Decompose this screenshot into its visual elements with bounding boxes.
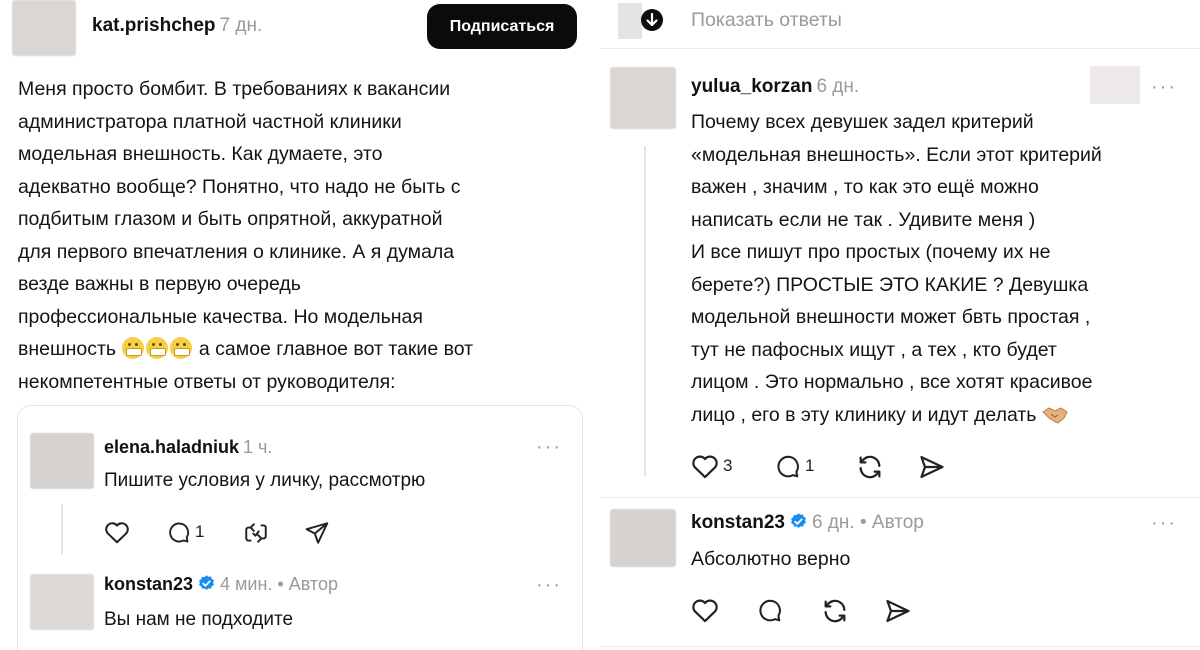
username[interactable]: konstan23 (691, 512, 785, 533)
grimacing-emoji-icon (169, 337, 192, 359)
post-text: Меня просто бомбит. В требованиях к вака… (18, 73, 588, 398)
timestamp: 4 мин. • Автор (220, 574, 338, 594)
post-text-line: профессиональные качества. Но модельная (18, 305, 423, 328)
grimacing-emoji-icon (145, 337, 168, 359)
comment-text-line: И все пишут про простых (почему их не (691, 241, 1051, 263)
timestamp: 7 дн. (219, 15, 263, 36)
username[interactable]: kat.prishchep (92, 15, 216, 36)
heart-icon (105, 522, 129, 544)
repost-button[interactable] (243, 520, 269, 546)
avatar[interactable] (12, 0, 76, 56)
comment-header: elena.haladniuk 1 ч. (104, 437, 272, 458)
blurred-element (1090, 66, 1140, 104)
more-dots-icon[interactable]: ··· (536, 575, 562, 595)
reply-button[interactable]: 1 (166, 520, 204, 544)
like-button[interactable] (104, 520, 130, 544)
divider (600, 497, 1200, 498)
username[interactable]: elena.haladniuk (104, 437, 239, 457)
send-icon (305, 522, 329, 544)
like-button[interactable] (691, 597, 719, 623)
left-screenshot: kat.prishchep 7 дн. Подписаться Меня прос… (0, 0, 600, 650)
post-text-fragment: а самое главное вот такие вот (198, 338, 474, 360)
post-text-line: администратора платной частной клиники (18, 110, 402, 133)
reply-button[interactable] (756, 597, 783, 623)
comment-text-line: тут не пафосных ищут , а тех , кто будет (691, 338, 1057, 361)
comment-text: Почему всех девушек задел критерий «моде… (691, 106, 1196, 431)
share-button[interactable] (304, 520, 330, 546)
avatar[interactable] (30, 574, 94, 630)
divider (600, 48, 1200, 49)
heart-icon (692, 599, 718, 623)
post-text-line: адекватно вообще? Понятно, что надо не б… (18, 175, 461, 198)
comment-header: konstan23 6 дн. • Автор (691, 512, 924, 534)
post-text-line: модельная внешность. Как думаете, это (18, 143, 383, 165)
avatar[interactable] (610, 67, 676, 129)
verified-badge-icon (199, 575, 214, 590)
comment-text-line: Почему всех девушек задел критерий (691, 111, 1034, 133)
thread-line (61, 504, 63, 554)
right-screenshot: Показать ответы yulua_korzan 6 дн. ··· По… (600, 0, 1200, 650)
comment-text-line: модельной внешности может бвть простая , (691, 306, 1091, 328)
quoted-thread-card[interactable]: elena.haladniuk 1 ч. ··· Пишите условия у… (17, 405, 583, 650)
repost-icon (859, 455, 881, 479)
send-icon (920, 455, 944, 479)
repost-button[interactable] (821, 597, 849, 625)
username[interactable]: yulua_korzan (691, 76, 812, 97)
post-text-line: везде важны в первую очередь (18, 273, 301, 295)
post-text-fragment: внешность (18, 338, 117, 360)
verified-badge-icon (791, 513, 806, 528)
divider (600, 646, 1200, 647)
username[interactable]: konstan23 (104, 574, 193, 594)
comment-text-line: лицом . Это нормально , все хотят красив… (691, 371, 1093, 393)
comment-text: Вы нам не подходите (104, 609, 294, 630)
comment-header: konstan23 4 мин. • Автор (104, 574, 338, 595)
comment-bubble-icon (777, 455, 799, 478)
handshake-emoji-icon (1042, 406, 1068, 424)
comment-text-line: лицо , его в эту клинику и идут делать (691, 399, 1196, 432)
show-replies-link[interactable]: Показать ответы (691, 9, 842, 32)
share-button[interactable] (918, 453, 946, 481)
post-text-line: внешность а самое главное вот такие вот (18, 333, 588, 366)
repost-button[interactable] (856, 453, 884, 481)
like-button[interactable]: 3 (691, 453, 732, 479)
post-text-line: Меня просто бомбит. В требованиях к вака… (18, 78, 451, 100)
comment-text-fragment: лицо , его в эту клинику и идут делать (691, 403, 1037, 426)
repost-icon (245, 523, 267, 543)
comment-bubble-icon (759, 599, 781, 622)
arrow-down-circle-icon[interactable] (640, 8, 664, 32)
like-count: 3 (723, 456, 733, 475)
more-dots-icon[interactable]: ··· (1151, 77, 1177, 97)
share-button[interactable] (884, 597, 912, 625)
reply-count: 1 (805, 456, 815, 475)
timestamp: 1 ч. (243, 437, 273, 457)
timestamp: 6 дн. (816, 76, 860, 97)
timestamp: 6 дн. • Автор (811, 512, 924, 533)
more-dots-icon[interactable]: ··· (1151, 513, 1177, 533)
heart-icon (692, 455, 718, 479)
comment-text-line: важен , значим , то как это ещё можно (691, 176, 1039, 198)
comment-bubble-icon (169, 522, 190, 543)
reply-button[interactable]: 1 (774, 453, 814, 479)
post-text-line: подбитым глазом и быть опрятной, аккурат… (18, 208, 443, 230)
send-icon (886, 599, 910, 623)
grimacing-emoji-icon (121, 337, 144, 359)
comment-text-line: берете?) ПРОСТЫЕ ЭТО КАКИЕ ? Девушка (691, 273, 1089, 296)
avatar[interactable] (30, 433, 94, 489)
avatar[interactable] (610, 509, 676, 567)
thread-line (644, 146, 646, 476)
avatar-placeholder (618, 3, 642, 39)
post-text-line: некомпетентные ответы от руководителя: (18, 370, 396, 393)
post-text-line: для первого впечатления о клинике. А я д… (18, 240, 455, 263)
comment-text: Абсолютно верно (691, 548, 851, 570)
comment-header: yulua_korzan 6 дн. (691, 76, 859, 98)
repost-icon (824, 599, 846, 623)
comment-text-line: написать если не так . Удивите меня ) (691, 208, 1036, 231)
post-header: kat.prishchep 7 дн. (92, 15, 262, 37)
reply-count: 1 (195, 522, 205, 541)
comment-text: Пишите условия у личку, рассмотрю (104, 470, 426, 491)
comment-text-line: «модельная внешность». Если этот критери… (691, 143, 1102, 166)
follow-button[interactable]: Подписаться (427, 4, 577, 49)
more-dots-icon[interactable]: ··· (536, 437, 562, 457)
